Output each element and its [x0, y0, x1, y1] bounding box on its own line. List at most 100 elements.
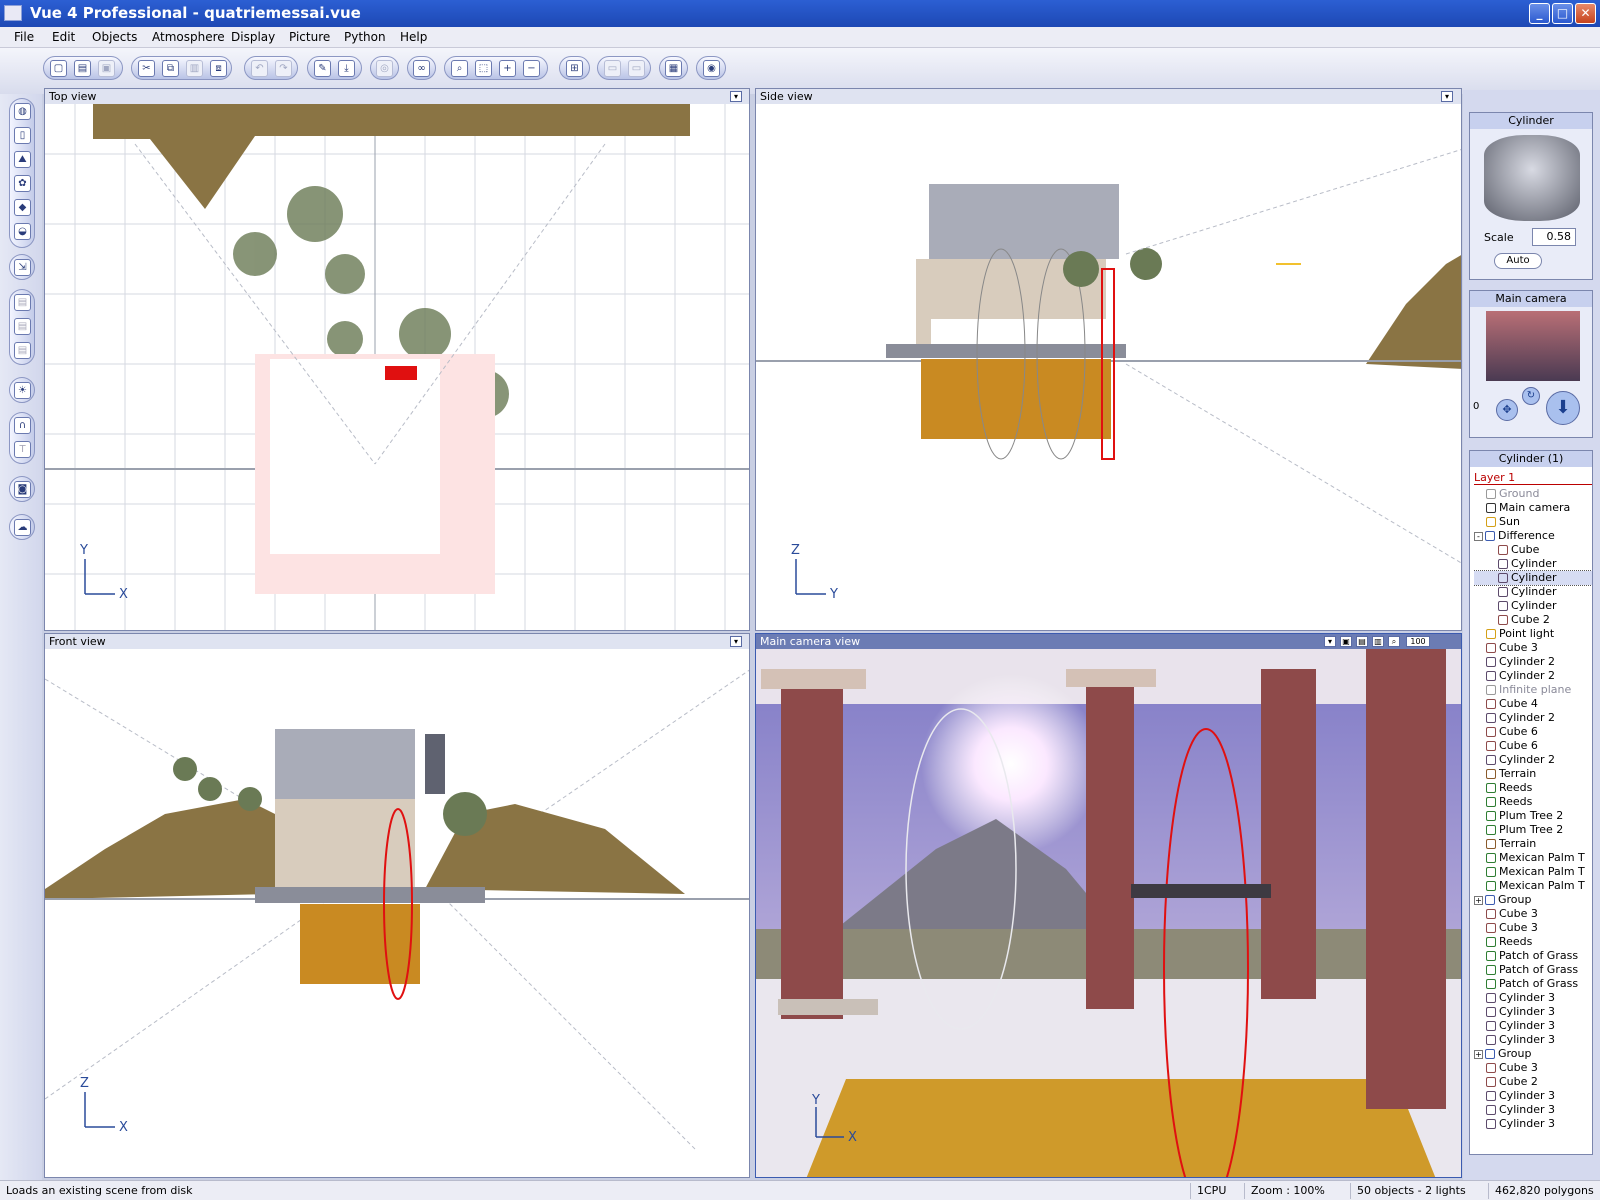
boolean-intersection-icon[interactable]: ▤: [14, 342, 31, 359]
render-area-icon[interactable]: ▭: [604, 60, 621, 77]
menu-objects[interactable]: Objects: [92, 30, 137, 44]
camera-preview-thumbnail[interactable]: [1486, 311, 1580, 381]
tree-item[interactable]: Ground: [1474, 487, 1592, 501]
metablob-icon[interactable]: ∩: [14, 417, 31, 434]
tree-item[interactable]: Cube 6: [1474, 739, 1592, 753]
auto-dropdown[interactable]: Auto: [1494, 253, 1542, 269]
cut-icon[interactable]: ✂: [138, 60, 155, 77]
render-options-icon[interactable]: ▦: [665, 60, 682, 77]
tree-item[interactable]: Cylinder 2: [1474, 669, 1592, 683]
sphere-tool-icon[interactable]: ◍: [14, 103, 31, 120]
viewport-menu-icon[interactable]: ▾: [730, 636, 742, 647]
tree-item[interactable]: Patch of Grass: [1474, 977, 1592, 991]
tree-item[interactable]: Cylinder 2: [1474, 711, 1592, 725]
terrain-tool-icon[interactable]: ⛰: [14, 151, 31, 168]
tree-item[interactable]: Patch of Grass: [1474, 963, 1592, 977]
tree-item[interactable]: Plum Tree 2: [1474, 823, 1592, 837]
zoom-region-icon[interactable]: ⬚: [475, 60, 492, 77]
tree-item[interactable]: Infinite plane: [1474, 683, 1592, 697]
render-final-icon[interactable]: ▥: [1372, 636, 1384, 647]
cylinder-tool-icon[interactable]: ▯: [14, 127, 31, 144]
tree-item[interactable]: - Difference: [1474, 529, 1592, 543]
viewport-menu-icon[interactable]: ▾: [1324, 636, 1336, 647]
move-camera-icon[interactable]: ⬇: [1546, 391, 1580, 425]
tree-item[interactable]: Cylinder 3: [1474, 1005, 1592, 1019]
text-tool-icon[interactable]: T: [14, 441, 31, 458]
menu-python[interactable]: Python: [344, 30, 386, 44]
maximize-icon[interactable]: □: [1552, 3, 1573, 24]
menu-display[interactable]: Display: [231, 30, 275, 44]
new-file-icon[interactable]: ▢: [50, 60, 67, 77]
zoom-out-icon[interactable]: −: [523, 60, 540, 77]
menu-atmosphere[interactable]: Atmosphere: [152, 30, 225, 44]
paste-icon[interactable]: ▥: [186, 60, 203, 77]
tree-item[interactable]: Mexican Palm T: [1474, 851, 1592, 865]
redo-icon[interactable]: ↷: [275, 60, 292, 77]
tree-item[interactable]: Cylinder 3: [1474, 1019, 1592, 1033]
menu-picture[interactable]: Picture: [289, 30, 330, 44]
top-view-viewport[interactable]: Top view ▾ Y X: [44, 88, 750, 631]
vue-app-icon[interactable]: [4, 5, 22, 21]
menu-help[interactable]: Help: [400, 30, 427, 44]
plant-tool-icon[interactable]: ✿: [14, 175, 31, 192]
tree-item[interactable]: + Group: [1474, 1047, 1592, 1061]
material-preview[interactable]: [1484, 135, 1580, 221]
menu-file[interactable]: File: [14, 30, 34, 44]
front-view-viewport[interactable]: Front view ▾ Z X: [44, 633, 750, 1178]
four-views-icon[interactable]: ⊞: [566, 60, 583, 77]
zoom-icon[interactable]: ⌕: [451, 60, 468, 77]
tree-item[interactable]: Main camera: [1474, 501, 1592, 515]
render-camera-icon[interactable]: ◉: [703, 60, 720, 77]
tree-item[interactable]: Cube 3: [1474, 641, 1592, 655]
menu-edit[interactable]: Edit: [52, 30, 75, 44]
tree-item[interactable]: + Group: [1474, 893, 1592, 907]
tree-item[interactable]: Cube 4: [1474, 697, 1592, 711]
tree-item[interactable]: Cube 3: [1474, 921, 1592, 935]
tree-item[interactable]: Sun: [1474, 515, 1592, 529]
tree-item[interactable]: Cube 2: [1474, 613, 1592, 627]
undo-icon[interactable]: ↶: [251, 60, 268, 77]
boolean-difference-icon[interactable]: ▤: [14, 318, 31, 335]
viewport-menu-icon[interactable]: ▾: [730, 91, 742, 102]
light-bulb-icon[interactable]: ☀: [14, 382, 31, 399]
duplicate-icon[interactable]: ⧈: [210, 60, 227, 77]
tree-expander-icon[interactable]: -: [1474, 531, 1483, 541]
tree-item[interactable]: Cylinder: [1474, 570, 1592, 586]
minimize-icon[interactable]: _: [1529, 3, 1550, 24]
open-file-icon[interactable]: ▤: [74, 60, 91, 77]
tree-item[interactable]: Cylinder 2: [1474, 753, 1592, 767]
viewport-menu-icon[interactable]: ▾: [1441, 91, 1453, 102]
tree-item[interactable]: Cylinder 3: [1474, 1033, 1592, 1047]
tree-item[interactable]: Reeds: [1474, 795, 1592, 809]
tree-item[interactable]: Point light: [1474, 627, 1592, 641]
import-object-icon[interactable]: ⇲: [14, 259, 31, 276]
pan-camera-icon[interactable]: ✥: [1496, 399, 1518, 421]
tree-item[interactable]: Cylinder 3: [1474, 1089, 1592, 1103]
tree-item[interactable]: Plum Tree 2: [1474, 809, 1592, 823]
save-file-icon[interactable]: ▣: [98, 60, 115, 77]
tree-item[interactable]: Cube 3: [1474, 1061, 1592, 1075]
tree-item[interactable]: Mexican Palm T: [1474, 865, 1592, 879]
boolean-union-icon[interactable]: ▤: [14, 294, 31, 311]
tree-item[interactable]: Cube 2: [1474, 1075, 1592, 1089]
tree-item[interactable]: Cylinder 3: [1474, 1103, 1592, 1117]
tree-expander-icon[interactable]: +: [1474, 1049, 1483, 1059]
side-view-viewport[interactable]: Side view ▾ Z Y: [755, 88, 1462, 631]
tree-item[interactable]: Cylinder 3: [1474, 991, 1592, 1005]
tree-item[interactable]: Cylinder: [1474, 585, 1592, 599]
tree-item[interactable]: Cylinder 3: [1474, 1117, 1592, 1131]
tree-item[interactable]: Mexican Palm T: [1474, 879, 1592, 893]
plane-tool-icon[interactable]: ◒: [14, 223, 31, 240]
tree-item[interactable]: Terrain: [1474, 837, 1592, 851]
tree-item[interactable]: Reeds: [1474, 781, 1592, 795]
render-quality-icon[interactable]: ▤: [1356, 636, 1368, 647]
copy-icon[interactable]: ⧉: [162, 60, 179, 77]
tree-item[interactable]: Cube 3: [1474, 907, 1592, 921]
rotate-camera-icon[interactable]: ↻: [1522, 387, 1540, 405]
main-camera-viewport[interactable]: Main camera view ▾ ▣ ▤ ▥ ⌕ 100 Y X: [755, 633, 1462, 1178]
atmosphere-tool-icon[interactable]: ☁: [14, 519, 31, 536]
tree-expander-icon[interactable]: +: [1474, 895, 1483, 905]
tree-item[interactable]: Reeds: [1474, 935, 1592, 949]
tree-item[interactable]: Cube: [1474, 543, 1592, 557]
render-selection-icon[interactable]: ▭: [628, 60, 645, 77]
